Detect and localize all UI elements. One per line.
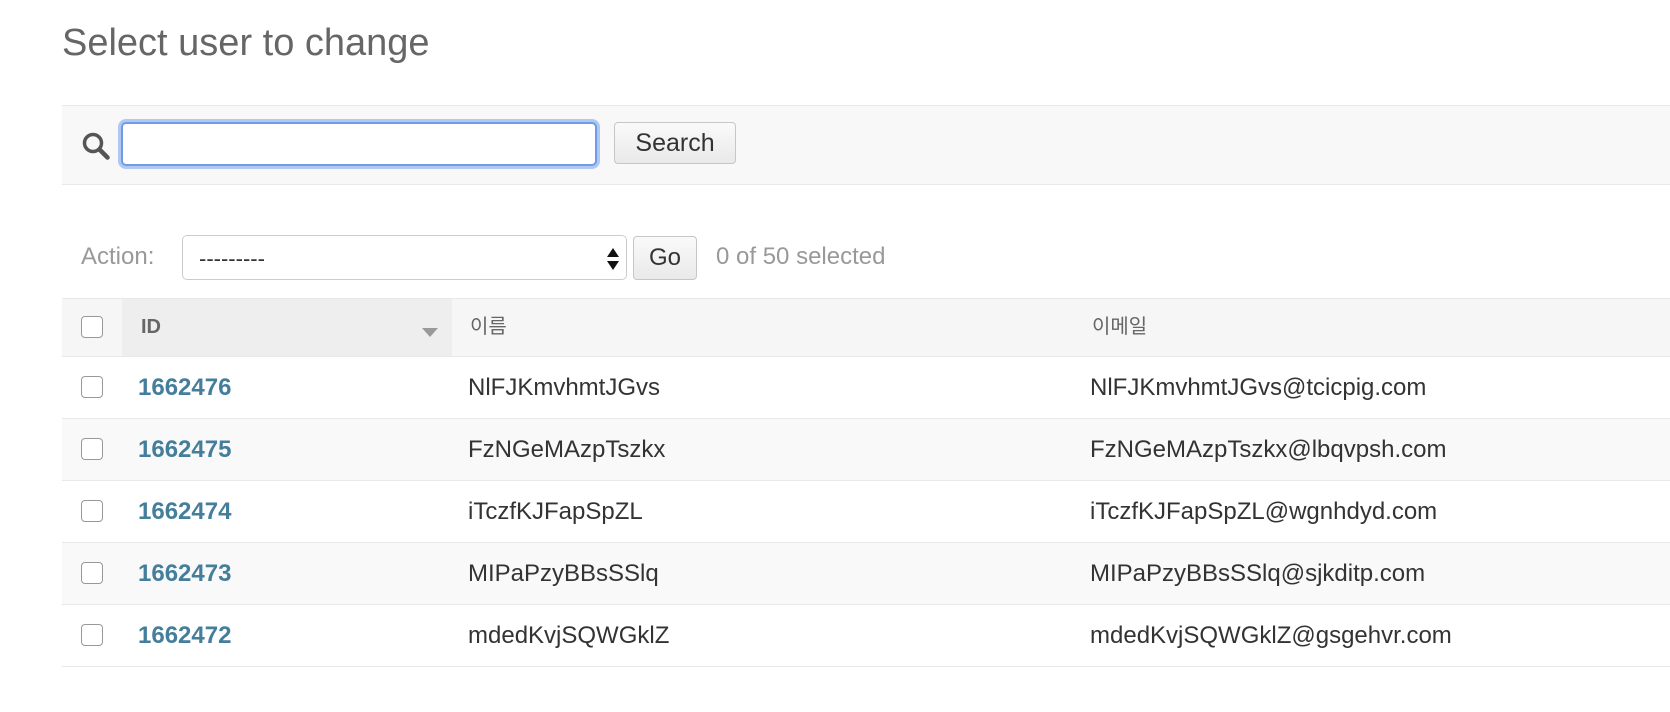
column-header-name: 이름 — [470, 316, 507, 338]
select-arrows-icon — [607, 248, 619, 270]
table-row: 1662476 NlFJKmvhmtJGvs NlFJKmvhmtJGvs@tc… — [62, 357, 1670, 419]
user-name: NlFJKmvhmtJGvs — [468, 374, 660, 401]
row-checkbox[interactable] — [81, 624, 103, 646]
user-name: MIPaPzyBBsSSlq — [468, 560, 659, 587]
user-email: NlFJKmvhmtJGvs@tcicpig.com — [1090, 374, 1427, 401]
user-email: mdedKvjSQWGklZ@gsgehvr.com — [1090, 622, 1452, 649]
user-id-link[interactable]: 1662472 — [138, 605, 231, 666]
table-row: 1662472 mdedKvjSQWGklZ mdedKvjSQWGklZ@gs… — [62, 605, 1670, 667]
row-checkbox[interactable] — [81, 500, 103, 522]
row-checkbox[interactable] — [81, 438, 103, 460]
go-button[interactable]: Go — [633, 236, 697, 280]
user-email: iTczfKJFapSpZL@wgnhdyd.com — [1090, 498, 1438, 525]
results-table: ID 이름 이메일 1662476 NlFJKmvhmtJGvs NlFJKmv… — [62, 298, 1670, 667]
table-header: ID 이름 이메일 — [62, 298, 1670, 357]
user-id-link[interactable]: 1662473 — [138, 543, 231, 604]
search-icon — [82, 132, 110, 160]
row-checkbox[interactable] — [81, 562, 103, 584]
action-select[interactable]: --------- — [182, 235, 627, 280]
selection-counter: 0 of 50 selected — [716, 243, 886, 270]
user-name: mdedKvjSQWGklZ — [468, 622, 670, 649]
action-label: Action: — [81, 243, 155, 270]
row-checkbox[interactable] — [81, 376, 103, 398]
page-title: Select user to change — [62, 22, 430, 64]
user-name: iTczfKJFapSpZL — [468, 498, 643, 525]
user-name: FzNGeMAzpTszkx — [468, 436, 666, 463]
user-email: FzNGeMAzpTszkx@lbqvpsh.com — [1090, 436, 1447, 463]
user-id-link[interactable]: 1662474 — [138, 481, 231, 542]
search-button[interactable]: Search — [614, 122, 736, 164]
select-all-checkbox[interactable] — [81, 316, 103, 338]
user-id-link[interactable]: 1662475 — [138, 419, 231, 480]
sort-descending-icon[interactable] — [422, 328, 438, 337]
action-select-value: --------- — [199, 246, 265, 271]
user-id-link[interactable]: 1662476 — [138, 357, 231, 418]
table-row: 1662474 iTczfKJFapSpZL iTczfKJFapSpZL@wg… — [62, 481, 1670, 543]
column-header-email: 이메일 — [1092, 316, 1148, 338]
change-list-page: Select user to change Search Action: ---… — [0, 0, 1670, 712]
search-input[interactable] — [121, 122, 597, 166]
table-row: 1662475 FzNGeMAzpTszkx FzNGeMAzpTszkx@lb… — [62, 419, 1670, 481]
column-header-id[interactable]: ID — [122, 299, 452, 356]
search-toolbar: Search — [62, 105, 1670, 185]
column-header-id-label: ID — [141, 316, 161, 338]
table-row: 1662473 MIPaPzyBBsSSlq MIPaPzyBBsSSlq@sj… — [62, 543, 1670, 605]
user-email: MIPaPzyBBsSSlq@sjkditp.com — [1090, 560, 1426, 587]
